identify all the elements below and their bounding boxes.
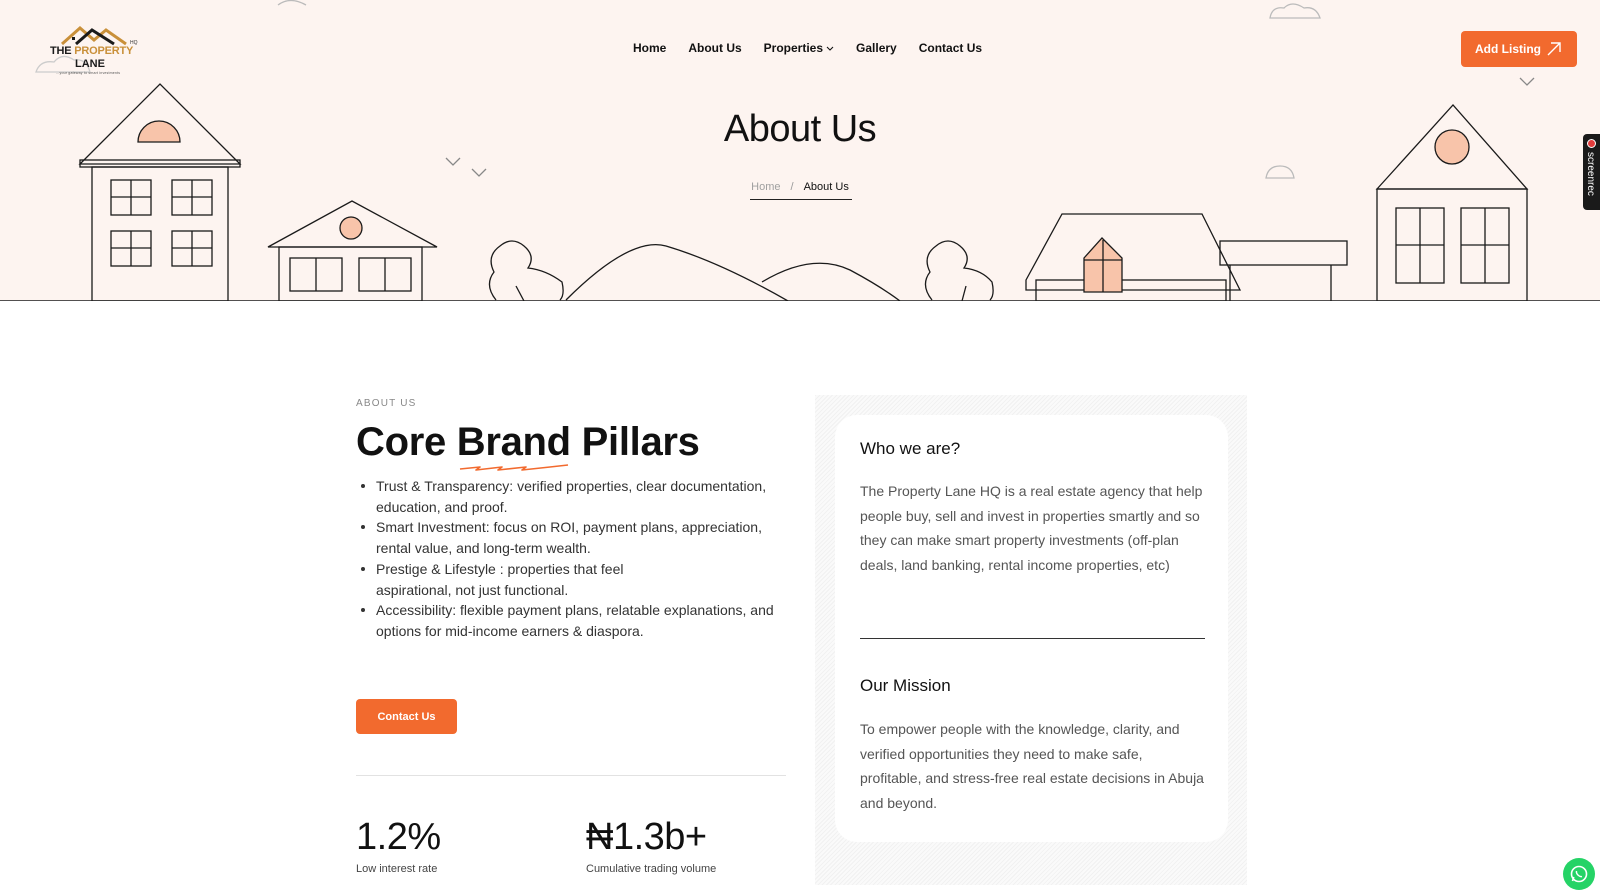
whatsapp-chat-button[interactable] <box>1563 858 1595 890</box>
breadcrumb-separator: / <box>790 181 794 193</box>
mission-text: To empower people with the knowledge, cl… <box>860 721 1204 811</box>
who-we-are-text: The Property Lane HQ is a real estate ag… <box>860 483 1203 573</box>
mission-title: Our Mission <box>860 676 951 695</box>
card-divider <box>860 638 1205 639</box>
stat-value: 1.2% <box>356 816 441 858</box>
breadcrumb: Home / About Us <box>0 181 1600 193</box>
add-listing-label: Add Listing <box>1475 42 1541 56</box>
nav-gallery[interactable]: Gallery <box>856 41 897 55</box>
list-item: Trust & Transparency: verified propertie… <box>356 476 786 517</box>
logo-wordmark: THE PROPERTY <box>50 45 134 57</box>
screenrec-widget[interactable]: screenrec <box>1583 134 1600 210</box>
list-item: Smart Investment: focus on ROI, payment … <box>356 517 786 558</box>
section-heading: Core Brand Pillars <box>356 420 700 464</box>
main-nav: Home About Us Properties Gallery Contact… <box>633 41 1004 55</box>
section-divider <box>356 775 786 776</box>
hero-banner: THE PROPERTY LANE HQ ...your gateway to … <box>0 0 1600 301</box>
stat-label: Low interest rate <box>356 863 438 875</box>
stat-interest-rate: 1.2% Low interest rate <box>356 816 441 875</box>
screenrec-label: screenrec <box>1585 152 1596 196</box>
chevron-down-icon <box>826 46 834 51</box>
brand-pillars-list: Trust & Transparency: verified propertie… <box>356 476 786 642</box>
breadcrumb-home-link[interactable]: Home <box>751 181 780 193</box>
brand-logo[interactable]: THE PROPERTY LANE HQ ...your gateway to … <box>42 24 146 80</box>
logo-tagline: ...your gateway to smart investments <box>56 71 121 75</box>
record-dot-icon <box>1587 139 1596 148</box>
contact-us-button[interactable]: Contact Us <box>356 699 457 734</box>
nav-about-us[interactable]: About Us <box>688 41 741 55</box>
logo-hq: HQ <box>130 40 138 46</box>
breadcrumb-current: About Us <box>803 181 849 193</box>
list-item: Accessibility: flexible payment plans, r… <box>356 600 786 641</box>
about-info-card: Who we are? The Property Lane HQ is a re… <box>835 415 1228 842</box>
add-listing-button[interactable]: Add Listing <box>1461 31 1577 67</box>
whatsapp-icon <box>1570 865 1588 883</box>
stat-trading-volume: ₦1.3b+ Cumulative trading volume <box>586 816 716 875</box>
nav-home[interactable]: Home <box>633 41 666 55</box>
heading-squiggle-underline <box>459 464 569 471</box>
nav-properties[interactable]: Properties <box>764 41 834 55</box>
stat-value: ₦1.3b+ <box>586 816 707 858</box>
section-eyebrow: ABOUT US <box>356 398 417 409</box>
logo-wordmark-lane: LANE <box>75 58 105 70</box>
list-item: Prestige & Lifestyle : properties that f… <box>356 559 646 600</box>
breadcrumb-underline <box>750 199 852 200</box>
nav-properties-label: Properties <box>763 41 824 55</box>
stat-label: Cumulative trading volume <box>586 863 717 875</box>
page-title: About Us <box>723 108 877 150</box>
nav-contact-us[interactable]: Contact Us <box>919 41 982 55</box>
arrow-up-right-icon <box>1547 42 1561 56</box>
who-we-are-title: Who we are? <box>860 439 961 458</box>
